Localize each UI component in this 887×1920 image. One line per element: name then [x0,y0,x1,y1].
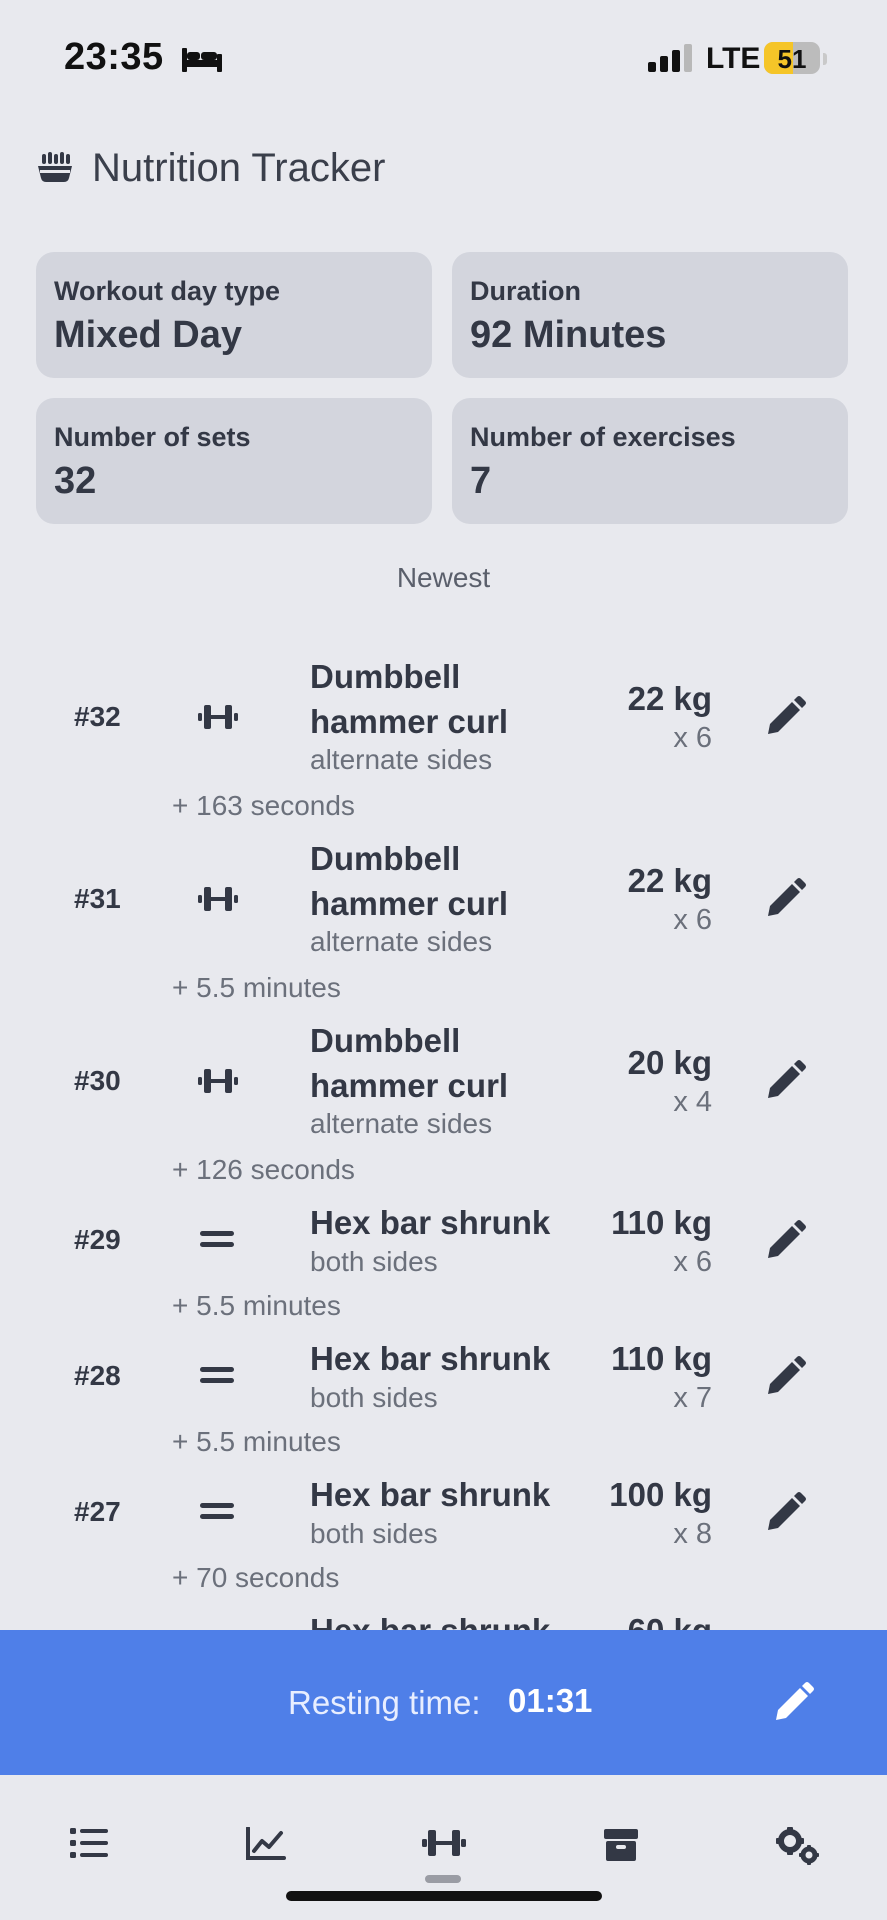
tab-bar [0,1775,887,1920]
equals-icon [200,1231,234,1247]
pencil-icon[interactable] [766,1060,806,1100]
dumbbell-icon [198,705,238,729]
exercise-name: Hex bar shrunk [310,1340,551,1377]
set-number: #31 [74,883,121,914]
set-number: #28 [74,1360,121,1391]
stat-label: Workout day type [54,276,281,306]
pencil-icon[interactable] [766,696,806,736]
rest-gap: + 5.5 minutes [172,972,341,1003]
pencil-icon[interactable] [774,1682,814,1722]
network-type: LTE [706,42,761,75]
app-header: Nutrition Tracker [36,146,385,191]
pencil-icon[interactable] [766,1220,806,1260]
pencil-icon[interactable] [766,1492,806,1532]
exercise-name: Dumbbell hammer curl [310,840,509,922]
set-weight: 110 kg [611,1204,712,1241]
stat-card-sets: Number of sets 32 [36,398,432,524]
set-weight: 20 kg [627,1044,712,1081]
rest-gap: + 70 seconds [172,1562,340,1593]
stat-card-duration: Duration 92 Minutes [452,252,848,378]
sort-toggle[interactable]: Newest [0,562,887,594]
battery-icon: 51 [764,42,820,74]
pencil-icon[interactable] [766,878,806,918]
set-number: #30 [74,1065,121,1096]
stat-card-day-type: Workout day type Mixed Day [36,252,432,378]
exercise-name: Hex bar shrunk [310,1204,551,1241]
stat-label: Duration [470,276,581,306]
dumbbell-icon [198,1069,238,1093]
set-reps: x 7 [673,1382,712,1414]
bread-icon [38,151,72,182]
set-weight: 22 kg [627,680,712,717]
stat-value: 32 [54,460,97,502]
status-time: 23:35 [64,36,164,78]
stat-value: 92 Minutes [470,314,667,356]
box-icon[interactable] [604,1827,638,1861]
resting-label: Resting time: [288,1684,481,1721]
equals-icon [200,1503,234,1519]
dumbbell-icon[interactable] [422,1827,466,1859]
dumbbell-icon [198,887,238,911]
stat-card-exercises: Number of exercises 7 [452,398,848,524]
gears-icon[interactable] [774,1827,822,1867]
bed-icon [182,48,222,72]
exercise-side: both sides [310,1518,438,1549]
set-number: #29 [74,1224,121,1255]
set-weight: 110 kg [611,1340,712,1377]
exercise-side: both sides [310,1382,438,1413]
set-reps: x 4 [673,1086,712,1118]
exercise-side: alternate sides [310,926,493,957]
exercise-name: Dumbbell hammer curl [310,1022,509,1104]
exercise-side: alternate sides [310,744,493,775]
exercise-side: both sides [310,1246,438,1277]
stat-value: Mixed Day [54,314,242,356]
rest-gap: + 163 seconds [172,790,355,821]
page-title: Nutrition Tracker [92,146,386,190]
battery-tip [823,53,827,65]
rest-gap: + 126 seconds [172,1154,355,1185]
stat-value: 7 [470,460,492,502]
battery-percent: 51 [777,44,807,74]
exercise-side: alternate sides [310,1108,493,1139]
pencil-icon[interactable] [766,1356,806,1396]
set-number: #32 [74,701,121,732]
stat-label: Number of exercises [470,422,736,452]
set-number: #27 [74,1496,121,1527]
active-tab-indicator [425,1875,461,1883]
exercise-name: Dumbbell hammer curl [310,658,509,740]
set-weight: 22 kg [627,862,712,899]
chart-icon[interactable] [246,1827,286,1861]
set-reps: x 6 [673,1246,712,1278]
set-weight: 100 kg [609,1476,712,1513]
set-reps: x 6 [673,722,712,754]
resting-timer-bar[interactable]: Resting time: 01:31 [0,1630,887,1775]
resting-time: 01:31 [508,1682,593,1719]
exercise-name: Hex bar shrunk [310,1476,551,1513]
stat-label: Number of sets [54,422,251,452]
equals-icon [200,1367,234,1383]
rest-gap: + 5.5 minutes [172,1426,341,1457]
list-icon[interactable] [70,1827,108,1859]
rest-gap: + 5.5 minutes [172,1290,341,1321]
signal-icon [648,44,692,72]
set-reps: x 6 [673,904,712,936]
home-indicator[interactable] [286,1891,602,1901]
status-bar: 23:35 LTE 51 [0,0,887,110]
set-reps: x 8 [673,1518,712,1550]
